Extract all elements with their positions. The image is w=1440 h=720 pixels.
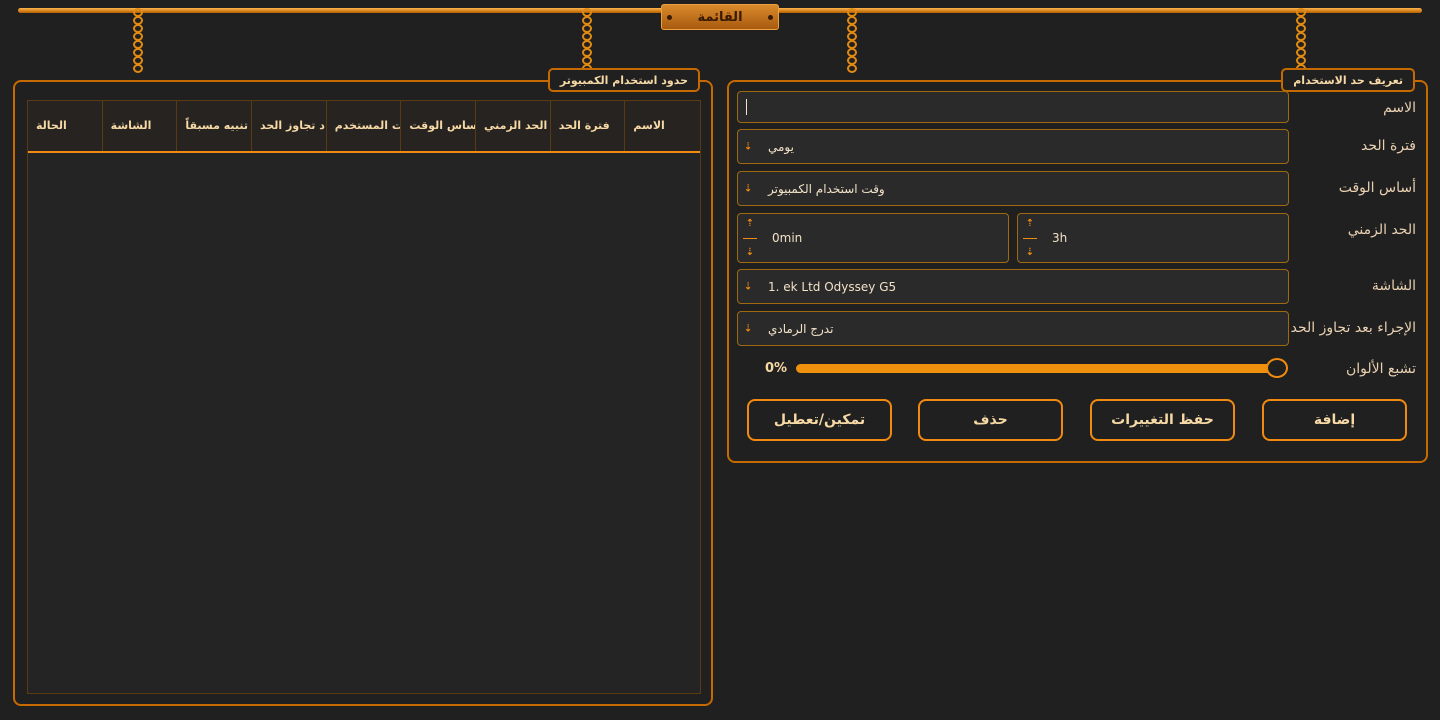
- spinner-arrows-icon[interactable]: ⇡ ⇣: [1022, 218, 1038, 258]
- hours-spinbox[interactable]: ⇡ ⇣ 3h: [1017, 213, 1289, 263]
- column-header-status[interactable]: الحالة: [28, 101, 103, 151]
- spinner-arrows-icon[interactable]: ⇡ ⇣: [742, 218, 758, 258]
- limit-definition-title: تعريف حد الاستخدام: [1281, 68, 1415, 92]
- period-select[interactable]: ⇣ يومي: [737, 129, 1289, 164]
- dropdown-arrow-icon: ⇣: [744, 281, 753, 292]
- name-label: الاسم: [1383, 100, 1416, 116]
- action-value: تدرج الرمادي: [768, 321, 834, 336]
- chain-decoration: [131, 8, 145, 73]
- time-basis-value: وقت استخدام الكمبيوتر: [768, 181, 885, 196]
- chain-decoration: [1294, 8, 1308, 73]
- column-header-time-basis[interactable]: ساس الوقت: [401, 101, 477, 151]
- time-limit-label: الحد الزمني: [1347, 222, 1416, 238]
- hours-value: 3h: [1052, 231, 1068, 245]
- saturation-slider-track[interactable]: [796, 364, 1280, 373]
- nail-icon: [768, 15, 773, 20]
- saturation-slider-thumb[interactable]: [1266, 358, 1288, 378]
- name-input[interactable]: [737, 91, 1289, 123]
- add-button[interactable]: إضافة: [1262, 399, 1407, 441]
- limits-list-title: حدود استخدام الكمبيوتر: [547, 68, 700, 92]
- minutes-spinbox[interactable]: ⇡ ⇣ 0min: [737, 213, 1009, 263]
- period-value: يومي: [768, 139, 794, 154]
- monitor-select[interactable]: ⇣ 1. ek Ltd Odyssey G5: [737, 269, 1289, 304]
- table-header: الحالة الشاشة تنبيه مسبقاً د تجاوز الحد …: [28, 101, 700, 153]
- column-header-user[interactable]: ت المستخدم: [327, 101, 402, 151]
- monitor-value: 1. ek Ltd Odyssey G5: [768, 279, 897, 294]
- column-header-period[interactable]: فترة الحد: [551, 101, 626, 151]
- period-label: فترة الحد: [1361, 138, 1416, 154]
- column-header-monitor[interactable]: الشاشة: [103, 101, 178, 151]
- action-label: الإجراء بعد تجاوز الحد: [1290, 320, 1416, 336]
- chain-decoration: [580, 8, 594, 73]
- column-header-time-limit[interactable]: الحد الزمني: [476, 101, 551, 151]
- menu-label: القائمة: [697, 9, 743, 25]
- dropdown-arrow-icon: ⇣: [744, 141, 753, 152]
- delete-button[interactable]: حذف: [918, 399, 1063, 441]
- minutes-value: 0min: [772, 231, 803, 245]
- limits-list-panel: حدود استخدام الكمبيوتر الحالة الشاشة تنب…: [13, 68, 713, 706]
- column-header-name[interactable]: الاسم: [625, 101, 700, 151]
- dropdown-arrow-icon: ⇣: [744, 183, 753, 194]
- column-header-pre-warning[interactable]: تنبيه مسبقاً: [177, 101, 253, 151]
- saturation-value: 0%: [765, 361, 788, 376]
- enable-disable-button[interactable]: تمكين/تعطيل: [747, 399, 892, 441]
- chain-decoration: [845, 8, 859, 73]
- dropdown-arrow-icon: ⇣: [744, 323, 753, 334]
- menu-button[interactable]: القائمة: [661, 4, 779, 30]
- column-header-after-limit[interactable]: د تجاوز الحد: [252, 101, 327, 151]
- action-select[interactable]: ⇣ تدرج الرمادي: [737, 311, 1289, 346]
- time-basis-label: أساس الوقت: [1338, 180, 1416, 196]
- limits-table[interactable]: الحالة الشاشة تنبيه مسبقاً د تجاوز الحد …: [27, 100, 701, 694]
- saturation-label: تشبع الألوان: [1345, 361, 1416, 377]
- text-caret: [746, 99, 747, 115]
- monitor-label: الشاشة: [1371, 278, 1416, 294]
- save-changes-button[interactable]: حفظ التغييرات: [1090, 399, 1235, 441]
- time-basis-select[interactable]: ⇣ وقت استخدام الكمبيوتر: [737, 171, 1289, 206]
- nail-icon: [667, 15, 672, 20]
